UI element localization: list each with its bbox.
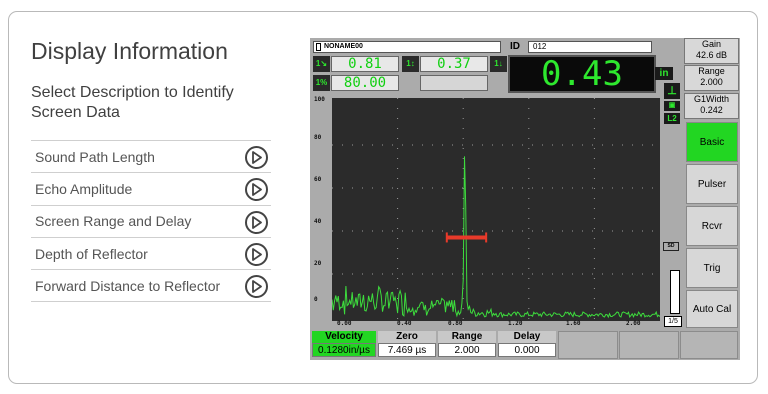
amplitude-reading: 80.00 — [331, 75, 399, 91]
a-scan-trace — [331, 156, 661, 319]
y-tick-label: 60 — [314, 176, 322, 183]
zero-param[interactable]: Zero 7.469 µs — [378, 331, 436, 359]
sd-card-icon: SD — [663, 242, 679, 251]
description-menu: Sound Path Length Echo Amplitude Screen … — [31, 140, 271, 303]
velocity-value: 0.1280in/µs — [312, 343, 376, 357]
gain-value: 42.6 dB — [695, 50, 728, 60]
id-label: ID — [510, 41, 520, 52]
menu-item-forward-distance[interactable]: Forward Distance to Reflector — [31, 270, 271, 303]
menu-item-label: Echo Amplitude — [35, 180, 133, 197]
hold-icon: ▣ — [664, 101, 680, 111]
x-tick-label: 0.00 — [337, 320, 352, 327]
y-tick-label: 0 — [314, 296, 318, 303]
arrow-right-icon[interactable] — [245, 210, 268, 234]
y-tick-label: 100 — [314, 96, 325, 103]
menu-item-sound-path[interactable]: Sound Path Length — [31, 141, 271, 174]
delay-param[interactable]: Delay 0.000 — [498, 331, 556, 359]
page-indicator: 1/5 — [664, 316, 682, 327]
sound-path-icon: 1↘ — [313, 56, 330, 72]
zero-value: 7.469 µs — [378, 343, 436, 357]
delay-value: 0.000 — [498, 343, 556, 357]
x-tick-label: 1.60 — [566, 320, 581, 327]
depth-icon: 1↕ — [402, 56, 419, 72]
delay-label: Delay — [498, 331, 556, 343]
menu-item-label: Forward Distance to Reflector — [35, 277, 221, 294]
arrow-right-icon[interactable] — [245, 242, 268, 266]
menu-item-echo-amplitude[interactable]: Echo Amplitude — [31, 173, 271, 206]
file-name-field[interactable]: NONAME00 — [313, 41, 501, 53]
x-tick-label: 2.00 — [626, 320, 641, 327]
y-tick-label: 20 — [314, 260, 322, 267]
menu-item-range-delay[interactable]: Screen Range and Delay — [31, 206, 271, 238]
id-field[interactable]: 012 — [528, 41, 652, 53]
range-param-value: 2.000 — [438, 343, 496, 357]
trig-button[interactable]: Trig — [686, 248, 738, 288]
zoom-indicator: L2 — [664, 113, 680, 124]
zero-label: Zero — [378, 331, 436, 343]
a-scan-plot — [331, 98, 661, 321]
velocity-param[interactable]: Velocity 0.1280in/µs — [312, 331, 376, 359]
probe-icon: ⊥ — [664, 83, 680, 99]
rcvr-button[interactable]: Rcvr — [686, 206, 738, 246]
range-value: 2.000 — [700, 77, 723, 87]
battery-icon — [670, 270, 680, 314]
g1width-box[interactable]: G1Width 0.242 — [684, 93, 739, 119]
range-box[interactable]: Range 2.000 — [684, 65, 739, 91]
pulser-button[interactable]: Pulser — [686, 164, 738, 204]
menu-item-label: Depth of Reflector — [35, 245, 148, 262]
main-reading: 0.43 — [508, 55, 656, 93]
y-tick-label: 80 — [314, 134, 322, 141]
basic-button[interactable]: Basic — [686, 122, 738, 162]
depth-reading: 0.37 — [420, 56, 488, 72]
gain-label: Gain — [701, 39, 721, 49]
range-label: Range — [698, 66, 725, 76]
velocity-label: Velocity — [312, 331, 376, 343]
g1width-value: 0.242 — [700, 105, 723, 115]
sound-path-reading: 0.81 — [331, 56, 399, 72]
x-tick-label: 1.20 — [508, 320, 523, 327]
arrow-right-icon[interactable] — [245, 275, 268, 299]
unit-label: in — [655, 67, 673, 80]
distance-icon: 1↓ — [490, 56, 507, 72]
menu-item-depth-reflector[interactable]: Depth of Reflector — [31, 238, 271, 271]
menu-item-label: Sound Path Length — [35, 148, 155, 165]
right-panel: Gain 42.6 dB Range 2.000 G1Width 0.242 B… — [684, 38, 740, 360]
file-name: NONAME00 — [324, 43, 363, 50]
menu-item-label: Screen Range and Delay — [35, 213, 192, 230]
arrow-right-icon[interactable] — [245, 146, 268, 169]
empty-param-slot[interactable] — [680, 331, 738, 359]
g1width-label: G1Width — [693, 94, 729, 104]
a-scan-svg — [331, 98, 661, 321]
instrument-screen: NONAME00 ID 012 1↘ 0.81 1↕ 0.37 1↓ 1% 80… — [310, 38, 740, 360]
empty-param-slot[interactable] — [558, 331, 618, 359]
gain-box[interactable]: Gain 42.6 dB — [684, 38, 739, 64]
auto-cal-button[interactable]: Auto Cal — [686, 290, 738, 328]
page-subtitle: Select Description to Identify Screen Da… — [31, 84, 234, 121]
amplitude-icon: 1% — [313, 75, 330, 91]
x-tick-label: 0.80 — [448, 320, 463, 327]
empty-reading — [420, 75, 488, 91]
page-title: Display Information — [31, 38, 228, 64]
y-tick-label: 40 — [314, 218, 322, 225]
x-tick-label: 0.40 — [397, 320, 412, 327]
arrow-right-icon[interactable] — [245, 178, 268, 202]
empty-param-slot[interactable] — [619, 331, 679, 359]
range-param-label: Range — [438, 331, 496, 343]
range-param[interactable]: Range 2.000 — [438, 331, 496, 359]
file-icon — [316, 43, 321, 51]
